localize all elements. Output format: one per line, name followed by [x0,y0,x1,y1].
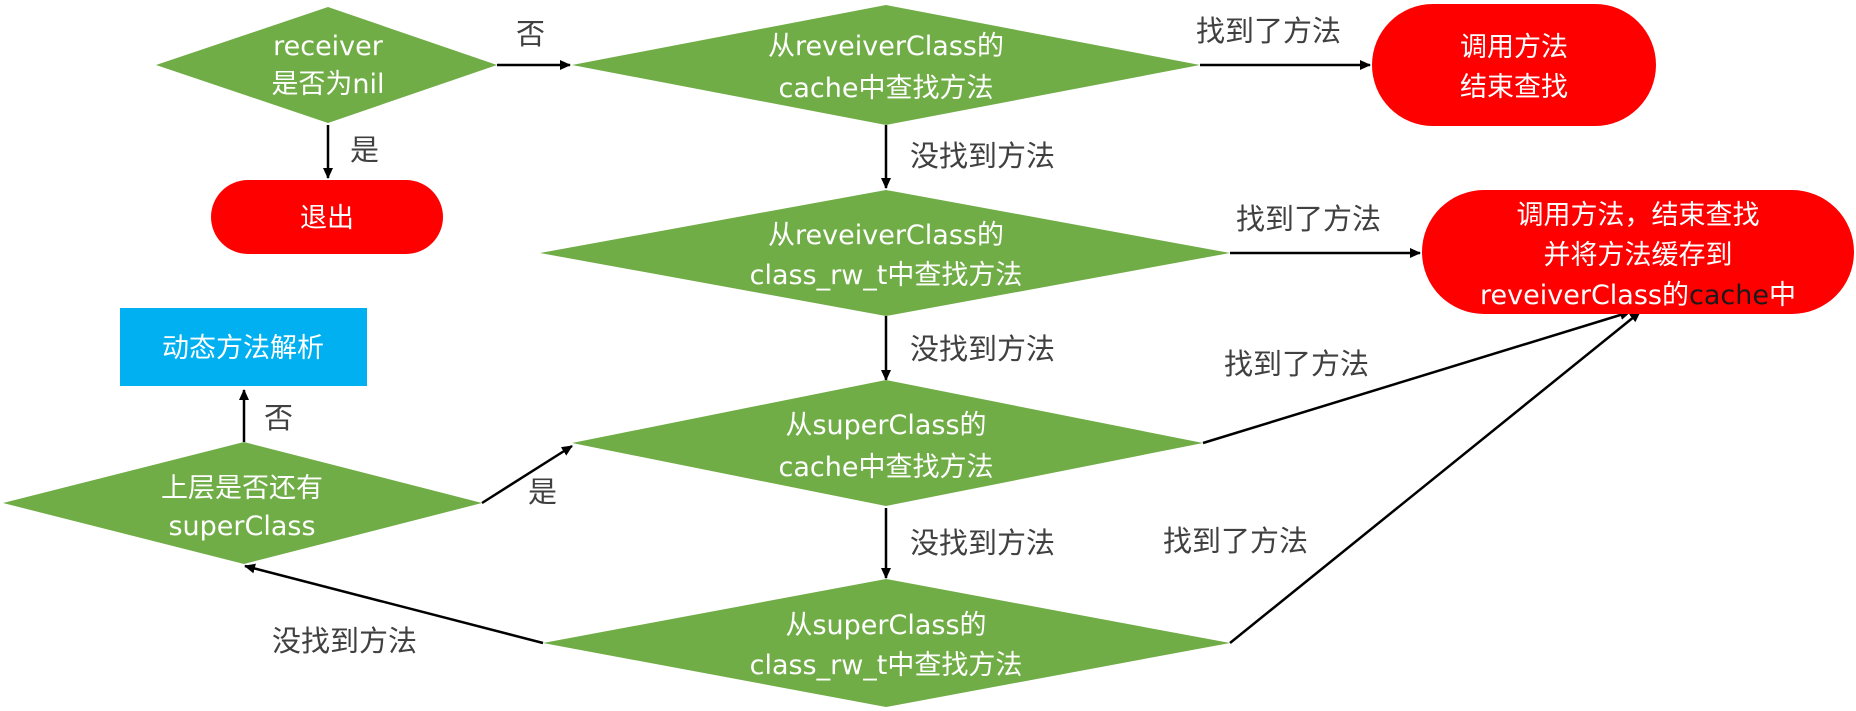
edge-label-yes: 是 [528,475,557,509]
decision-receiver-nil-shape [156,7,497,123]
edge-label-not-found: 没找到方法 [910,332,1055,366]
node-text-line: 结束查找 [1460,72,1568,103]
decision-super-rw-lookup-shape [543,579,1230,707]
edge-label-found: 找到了方法 [1236,202,1381,236]
node-text-line: cache中查找方法 [779,452,994,483]
node-text-line: 并将方法缓存到 [1544,240,1733,271]
node-text-line: cache中查找方法 [779,73,994,104]
node-text-line: 从reveiverClass的 [768,220,1004,251]
edge-label-found: 找到了方法 [1196,14,1341,48]
node-text-segment: reveiverClass的 [1480,280,1689,311]
edge-label-not-found: 没找到方法 [272,624,417,658]
node-text-line: 调用方法 [1460,32,1568,63]
edge-label-yes: 是 [350,133,379,167]
node-text-line: 调用方法，结束查找 [1517,200,1760,231]
terminal-call-and-cache: 调用方法，结束查找 并将方法缓存到 reveiverClass的cache中 [1422,190,1854,314]
node-text-line: receiver [273,31,384,62]
node-text-line: 上层是否还有 [161,473,323,504]
node-text-line: 动态方法解析 [162,333,324,364]
edge-label-found: 找到了方法 [1163,524,1308,558]
decision-cache-lookup-shape [572,5,1200,125]
cache-highlight-text: cache [1689,280,1769,311]
decision-super-cache-lookup: 从superClass的 cache中查找方法 [572,380,1203,506]
node-text-line: 退出 [300,203,354,234]
terminal-call-end: 调用方法 结束查找 [1372,4,1656,126]
decision-rw-lookup: 从reveiverClass的 class_rw_t中查找方法 [540,190,1230,316]
edge-label-not-found: 没找到方法 [910,139,1055,173]
node-text-line: reveiverClass的cache中 [1480,280,1796,311]
node-text-line: 从superClass的 [785,610,986,641]
decision-cache-lookup: 从reveiverClass的 cache中查找方法 [572,5,1200,125]
node-text-line: 从superClass的 [785,410,986,441]
edge-label-found: 找到了方法 [1224,347,1369,381]
edge-label-not-found: 没找到方法 [910,526,1055,560]
node-text-line: class_rw_t中查找方法 [750,650,1023,681]
decision-receiver-nil: receiver 是否为nil [156,7,497,123]
terminal-exit: 退出 [211,180,443,254]
node-text-line: class_rw_t中查找方法 [750,260,1023,291]
edge-label-no: 否 [264,401,293,435]
decision-has-superclass: 上层是否还有 superClass [3,442,482,564]
node-text-line: 是否为nil [271,69,384,100]
flowchart: receiver 是否为nil 退出 从reveiverClass的 cache… [3,4,1854,707]
edge-has-super-to-super-cache [481,444,573,505]
edge-label-no: 否 [516,17,545,51]
terminal-call-end-shape [1372,4,1656,126]
decision-super-rw-lookup: 从superClass的 class_rw_t中查找方法 [543,579,1230,707]
node-text-line: 从reveiverClass的 [768,31,1004,62]
decision-rw-lookup-shape [540,190,1230,316]
node-text-line: superClass [168,511,315,542]
node-text-segment: 中 [1769,280,1796,311]
decision-super-cache-lookup-shape [572,380,1203,506]
process-dynamic-resolution: 动态方法解析 [120,308,367,386]
